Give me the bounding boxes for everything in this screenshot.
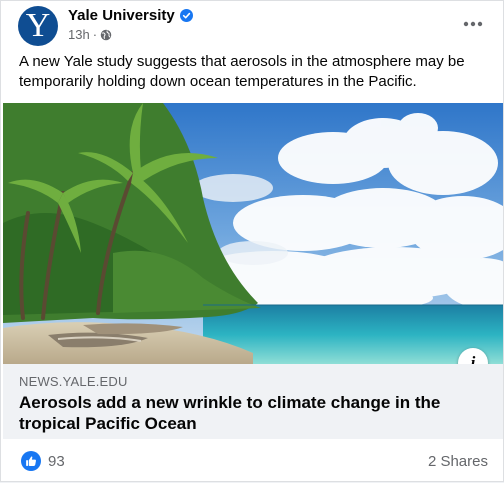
verified-badge-icon [179,9,193,22]
post-meta: 13h · [68,27,112,42]
post-header: Y Yale University 13h · [18,6,491,46]
link-domain: NEWS.YALE.EDU [19,374,128,389]
thumbs-up-icon [26,456,36,466]
meta-separator: · [92,27,98,42]
post-time[interactable]: 13h [68,27,90,42]
link-preview-image[interactable] [3,103,503,364]
page-name-row: Yale University [68,7,193,24]
avatar-letter: Y [25,7,51,44]
like-count[interactable]: 93 [48,453,65,470]
shares-count[interactable]: 2 Shares [428,453,488,470]
more-dots-icon [463,21,483,27]
more-options-button[interactable] [459,10,487,38]
link-title[interactable]: Aerosols add a new wrinkle to climate ch… [19,392,469,434]
avatar[interactable]: Y [18,6,58,46]
tropical-beach-photo [3,103,503,364]
like-reaction-icon[interactable] [21,451,41,471]
link-preview-caption[interactable]: NEWS.YALE.EDU Aerosols add a new wrinkle… [3,364,503,439]
engagement-bar: 93 2 Shares [1,441,503,483]
post-card: Y Yale University 13h · A new Yale study… [0,0,504,482]
post-text: A new Yale study suggests that aerosols … [19,53,465,90]
globe-icon[interactable] [100,29,112,41]
page-name[interactable]: Yale University [68,7,175,24]
